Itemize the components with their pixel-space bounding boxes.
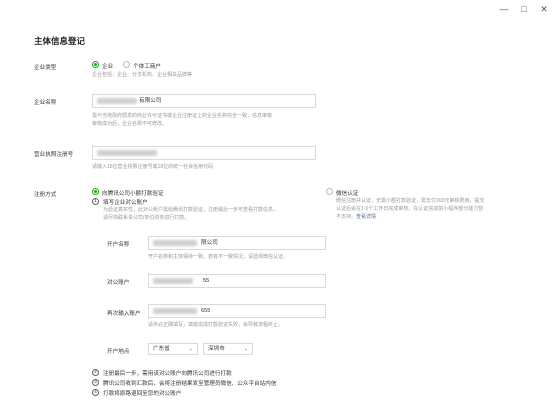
step-1-number: 1 <box>92 198 99 205</box>
account-input[interactable]: 55 <box>148 274 326 288</box>
account-label: 对公账户 <box>107 280 130 286</box>
step-2-text: 注册最后一步，需用该对公账户向腾讯公司进行打款 <box>103 371 232 377</box>
radio-individual[interactable] <box>123 61 130 68</box>
verify-label: 注册方式 <box>34 192 57 198</box>
account-name-input[interactable]: 限公司 <box>148 236 326 250</box>
license-hint: 请输入15位营业执照注册号或18位的统一社会信用代码 <box>92 164 214 170</box>
account-repeat-input[interactable]: 655 <box>148 304 326 318</box>
company-name-hint-1: 需与当地政府颁发的商业许可证书或企业注册证上的企业名称完全一致，信息审核 <box>92 113 273 119</box>
wechat-verify-hint-2: 认证后会在1-5个工作日完成审核。在认证完成前小程序部分能力暂 <box>336 206 484 212</box>
step-3-number: 3 <box>92 379 99 386</box>
page-title: 主体信息登记 <box>34 36 86 46</box>
account-repeat-label: 再次输入账户 <box>107 311 141 317</box>
city-value: 深圳市 <box>208 346 225 352</box>
account-name-hint: 开户名称和主体保持一致。若有不一致情况，请选择微信认证。 <box>148 254 289 260</box>
location-label: 开户地点 <box>107 349 130 355</box>
window-titlebar: — □ ✕ <box>0 0 558 18</box>
company-name-value: 有限公司 <box>139 98 162 104</box>
close-icon[interactable]: ✕ <box>538 3 550 15</box>
radio-individual-label: 个体工商户 <box>133 64 161 70</box>
account-name-label: 开户名称 <box>107 242 130 248</box>
account-name-value: 限公司 <box>201 240 218 246</box>
step-4-number: 4 <box>92 389 99 396</box>
radio-bank-transfer-label: 向腾讯公司小额打款验证 <box>102 191 164 197</box>
wechat-verify-hint-3-text: 不支持。 <box>336 214 357 220</box>
radio-wechat-verify-label: 微信认证 <box>336 191 359 197</box>
redacted-text <box>97 98 137 104</box>
view-details-link[interactable]: 查看详情 <box>356 214 376 220</box>
redacted-text <box>153 278 193 284</box>
province-select[interactable]: 广东省 ⌄ <box>148 343 198 355</box>
chevron-down-icon: ⌄ <box>243 346 248 352</box>
city-select[interactable]: 深圳市 ⌄ <box>203 343 253 355</box>
account-value: 55 <box>203 278 210 284</box>
step-4-text: 打款将原路退回至您的对公账户 <box>103 391 182 397</box>
step-3-text: 腾讯公司收到汇款后，会将注册结果发至管理员微信、公众平台站内信 <box>103 381 277 387</box>
license-label: 营业执照注册号 <box>34 152 74 158</box>
redacted-text <box>97 150 157 156</box>
account-repeat-hint: 请务必正确填写，填错造成打款验证失败，会导致流程终止。 <box>148 322 284 328</box>
step-1-hint-1: 为验证真实性，此对公账户需给腾讯打款验证，注册最后一步可查看打款信息， <box>103 207 279 213</box>
redacted-text <box>153 308 197 314</box>
company-type-label: 企业类型 <box>34 65 57 71</box>
wechat-verify-hint-1: 微信注册并认证，无需小额打款验证，需支付300元审核费用。提交 <box>336 198 485 204</box>
step-1-hint-2: 请尽快联系贵公司/单位财务进行打款。 <box>103 215 190 221</box>
step-1-text: 填写企业对公账户 <box>103 200 148 206</box>
company-type-hint: 企业包括：企业、分支机构、企业相关品牌等 <box>92 72 193 78</box>
company-name-hint-2: 审核成功后，企业名称不可修改。 <box>92 121 168 127</box>
step-2-number: 2 <box>92 369 99 376</box>
minimize-icon[interactable]: — <box>498 3 510 15</box>
radio-enterprise[interactable] <box>92 61 99 68</box>
province-value: 广东省 <box>153 346 170 352</box>
radio-bank-transfer[interactable] <box>92 188 99 195</box>
radio-wechat-verify[interactable] <box>326 188 333 195</box>
wechat-verify-hint-3: 不支持。查看详情 <box>336 214 376 221</box>
license-input[interactable] <box>92 146 316 160</box>
radio-enterprise-label: 企业 <box>102 64 114 70</box>
redacted-text <box>153 240 197 246</box>
maximize-icon[interactable]: □ <box>518 3 530 15</box>
account-repeat-value: 655 <box>201 308 211 314</box>
company-name-input[interactable]: 有限公司 <box>92 94 316 108</box>
company-name-label: 企业名称 <box>34 100 57 106</box>
chevron-down-icon: ⌄ <box>188 346 193 352</box>
